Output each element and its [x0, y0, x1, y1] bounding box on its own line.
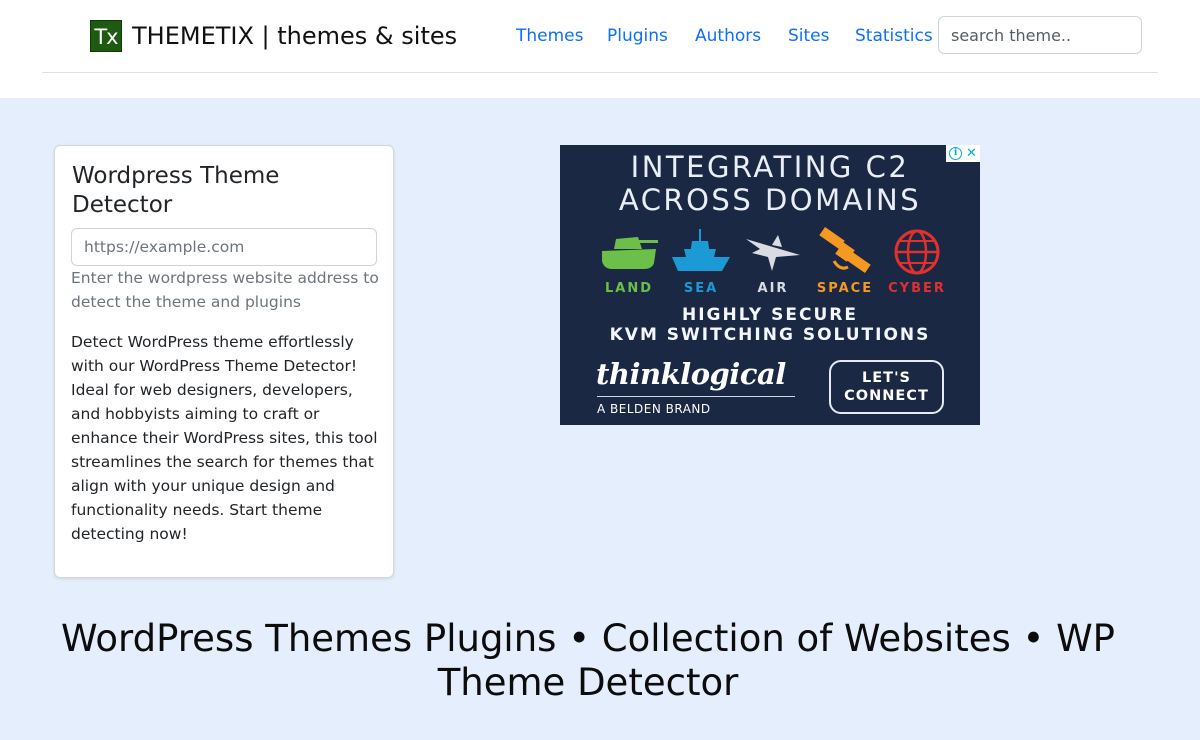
domain-label-space: SPACE	[816, 281, 874, 296]
brand-name: THEMETIX | themes & sites	[132, 22, 458, 50]
website-url-input[interactable]	[71, 228, 377, 266]
tank-icon	[602, 237, 658, 269]
nav-link-plugins[interactable]: Plugins	[607, 24, 668, 48]
detector-description: Detect WordPress theme effortlessly with…	[71, 333, 378, 543]
nav-link-authors[interactable]: Authors	[695, 24, 761, 48]
top-navbar: Tx THEMETIX | themes & sites Themes Plug…	[0, 0, 1200, 98]
detector-title: Wordpress Theme Detector	[72, 163, 280, 218]
ad-brand-logo: thinklogical	[596, 357, 786, 391]
domain-label-land: LAND	[604, 281, 653, 296]
logo-icon: Tx	[90, 20, 122, 52]
theme-detector-card: Wordpress Theme Detector Enter the wordp…	[54, 145, 394, 578]
page-heading: WordPress Themes Plugins • Collection of…	[61, 617, 1115, 704]
cta-label: LET'S CONNECT	[844, 369, 929, 405]
ad-headline: INTEGRATING C2 ACROSS DOMAINS	[560, 151, 980, 217]
jet-icon	[746, 235, 800, 271]
ad-brand-tagline: A BELDEN BRAND	[597, 402, 711, 416]
lets-connect-button[interactable]: LET'S CONNECT	[829, 360, 944, 414]
ad-headline-line-2: ACROSS DOMAINS	[618, 183, 922, 217]
nav-link-statistics[interactable]: Statistics	[855, 24, 933, 48]
ad-brand-divider	[597, 396, 795, 397]
ship-icon	[672, 229, 730, 271]
ad-subhead-line-2: KVM SWITCHING SOLUTIONS	[609, 325, 931, 345]
satellite-icon	[819, 227, 871, 273]
domain-label-air: AIR	[757, 281, 789, 296]
ad-banner[interactable]: i ✕ INTEGRATING C2 ACROSS DOMAINS LAND S…	[560, 145, 980, 425]
domain-label-cyber: CYBER	[888, 281, 946, 296]
header-divider	[42, 72, 1158, 73]
detector-help-text: Enter the wordpress website address to d…	[71, 269, 379, 311]
globe-icon	[894, 229, 940, 275]
ad-headline-line-1: INTEGRATING C2	[630, 150, 910, 184]
ad-domain-labels: LAND SEA AIR SPACE CYBER	[598, 281, 948, 296]
brand-link[interactable]: Tx THEMETIX | themes & sites	[90, 20, 457, 52]
ad-domain-icons	[598, 227, 948, 277]
ad-subhead-line-1: HIGHLY SECURE	[682, 305, 858, 325]
cta-line-2: CONNECT	[844, 388, 929, 404]
theme-search-input[interactable]	[938, 16, 1142, 54]
domain-label-sea: SEA	[683, 281, 719, 296]
cta-line-1: LET'S	[862, 370, 911, 386]
nav-link-themes[interactable]: Themes	[516, 24, 584, 48]
nav-link-sites[interactable]: Sites	[788, 24, 830, 48]
